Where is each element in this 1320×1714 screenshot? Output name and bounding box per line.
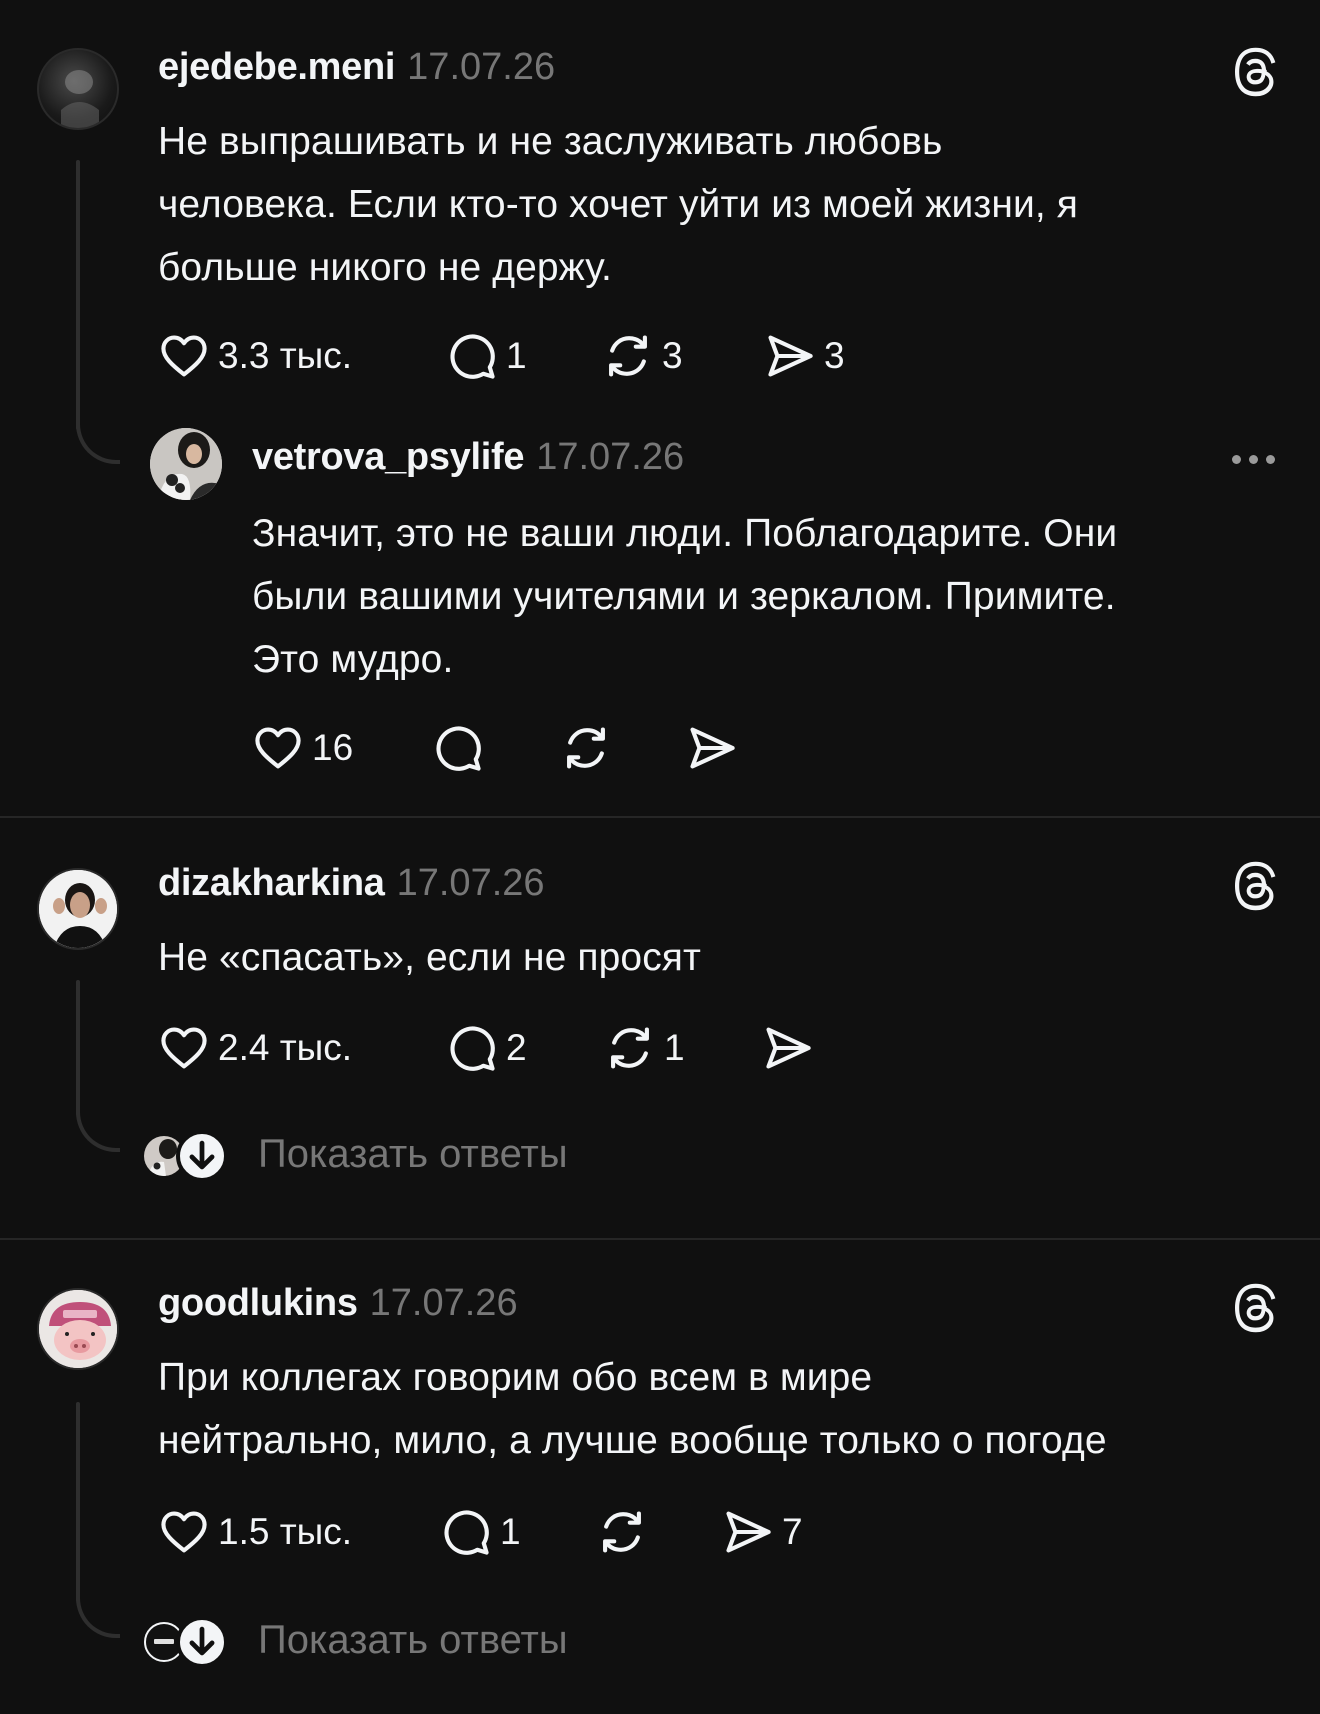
heart-icon: [252, 722, 304, 774]
username-text[interactable]: vetrova_psylife: [252, 436, 525, 478]
post-text: Значит, это не ваши люди. Поблагодарите.…: [252, 512, 1118, 681]
username[interactable]: dizakharkina 17.07.26: [158, 862, 545, 905]
share-button[interactable]: 3: [764, 328, 845, 384]
username-text[interactable]: goodlukins: [158, 1282, 358, 1324]
heart-icon: [158, 1022, 210, 1074]
reply-count: 1: [500, 1511, 521, 1552]
reply-button[interactable]: 1: [440, 1504, 521, 1560]
speech-bubble-icon: [446, 330, 498, 382]
username-text[interactable]: dizakharkina: [158, 862, 385, 904]
post-text: Не «спасать», если не просят: [158, 936, 701, 979]
avatar[interactable]: [150, 428, 222, 500]
username[interactable]: ejedebe.meni 17.07.26: [158, 46, 555, 89]
reply-button[interactable]: [432, 720, 484, 776]
repost-button[interactable]: 1: [604, 1020, 685, 1076]
expand-replies-badge[interactable]: [176, 1616, 228, 1668]
like-count: 16: [312, 727, 354, 768]
post-text: При коллегах говорим обо всем в мире ней…: [158, 1356, 1107, 1462]
share-button[interactable]: [762, 1020, 814, 1076]
repost-button[interactable]: 3: [602, 328, 683, 384]
avatar[interactable]: [37, 868, 119, 950]
send-icon: [686, 722, 738, 774]
share-count: 7: [782, 1511, 803, 1552]
post-date: 17.07.26: [536, 436, 685, 478]
reply-count: 2: [506, 1027, 527, 1068]
username-text[interactable]: ejedebe.meni: [158, 46, 395, 88]
like-count: 3.3 тыс.: [218, 335, 353, 376]
send-icon: [764, 330, 816, 382]
username[interactable]: goodlukins 17.07.26: [158, 1282, 518, 1325]
thread-line: [76, 1402, 80, 1602]
thread-connector: [76, 1598, 120, 1638]
thread-line: [76, 980, 80, 1116]
post-date: 17.07.26: [396, 862, 545, 904]
speech-bubble-icon: [446, 1022, 498, 1074]
thread-connector: [76, 1112, 120, 1152]
avatar[interactable]: [37, 48, 119, 130]
share-button[interactable]: [686, 720, 738, 776]
expand-replies-badge[interactable]: [176, 1130, 228, 1182]
avatar-photo-icon: [61, 70, 99, 128]
repost-arrows-icon: [560, 722, 612, 774]
repost-arrows-icon: [596, 1506, 648, 1558]
avatar-photo-icon: [39, 1290, 117, 1368]
share-count: 3: [824, 335, 845, 376]
heart-icon: [158, 330, 210, 382]
username[interactable]: vetrova_psylife 17.07.26: [252, 436, 684, 479]
repost-count: 3: [662, 335, 683, 376]
repost-arrows-icon: [604, 1022, 656, 1074]
post-text: Не выпрашивать и не заслуживать любовь ч…: [158, 120, 1079, 289]
like-button[interactable]: 2.4 тыс.: [158, 1020, 352, 1076]
repost-button[interactable]: [596, 1504, 648, 1560]
like-count: 1.5 тыс.: [218, 1511, 353, 1552]
like-button[interactable]: 1.5 тыс.: [158, 1504, 352, 1560]
arrow-down-icon: [180, 1620, 224, 1664]
heart-icon: [158, 1506, 210, 1558]
avatar-photo-icon: [150, 428, 222, 500]
post-date: 17.07.26: [369, 1282, 518, 1324]
repost-arrows-icon: [602, 330, 654, 382]
divider: [0, 816, 1320, 818]
thread-connector: [76, 424, 120, 464]
like-button[interactable]: 3.3 тыс.: [158, 328, 352, 384]
reply-button[interactable]: 1: [446, 328, 527, 384]
reply-count: 1: [506, 335, 527, 376]
threads-logo-icon[interactable]: [1228, 858, 1284, 914]
show-replies-link[interactable]: Показать ответы: [258, 1132, 568, 1177]
more-dots-icon[interactable]: [1232, 455, 1275, 464]
send-icon: [722, 1506, 774, 1558]
speech-bubble-icon: [440, 1506, 492, 1558]
threads-logo-icon[interactable]: [1228, 44, 1284, 100]
like-count: 2.4 тыс.: [218, 1027, 353, 1068]
reply-button[interactable]: 2: [446, 1020, 527, 1076]
show-replies-link[interactable]: Показать ответы: [258, 1618, 568, 1663]
like-button[interactable]: 16: [252, 720, 353, 776]
share-button[interactable]: 7: [722, 1504, 803, 1560]
repost-count: 1: [664, 1027, 685, 1068]
divider: [0, 1238, 1320, 1240]
send-icon: [762, 1022, 814, 1074]
arrow-down-icon: [180, 1134, 224, 1178]
post-date: 17.07.26: [407, 46, 556, 88]
speech-bubble-icon: [432, 722, 484, 774]
thread-line: [76, 160, 80, 430]
avatar[interactable]: [37, 1288, 119, 1370]
threads-logo-icon[interactable]: [1228, 1280, 1284, 1336]
avatar-photo-icon: [39, 870, 117, 948]
repost-button[interactable]: [560, 720, 612, 776]
